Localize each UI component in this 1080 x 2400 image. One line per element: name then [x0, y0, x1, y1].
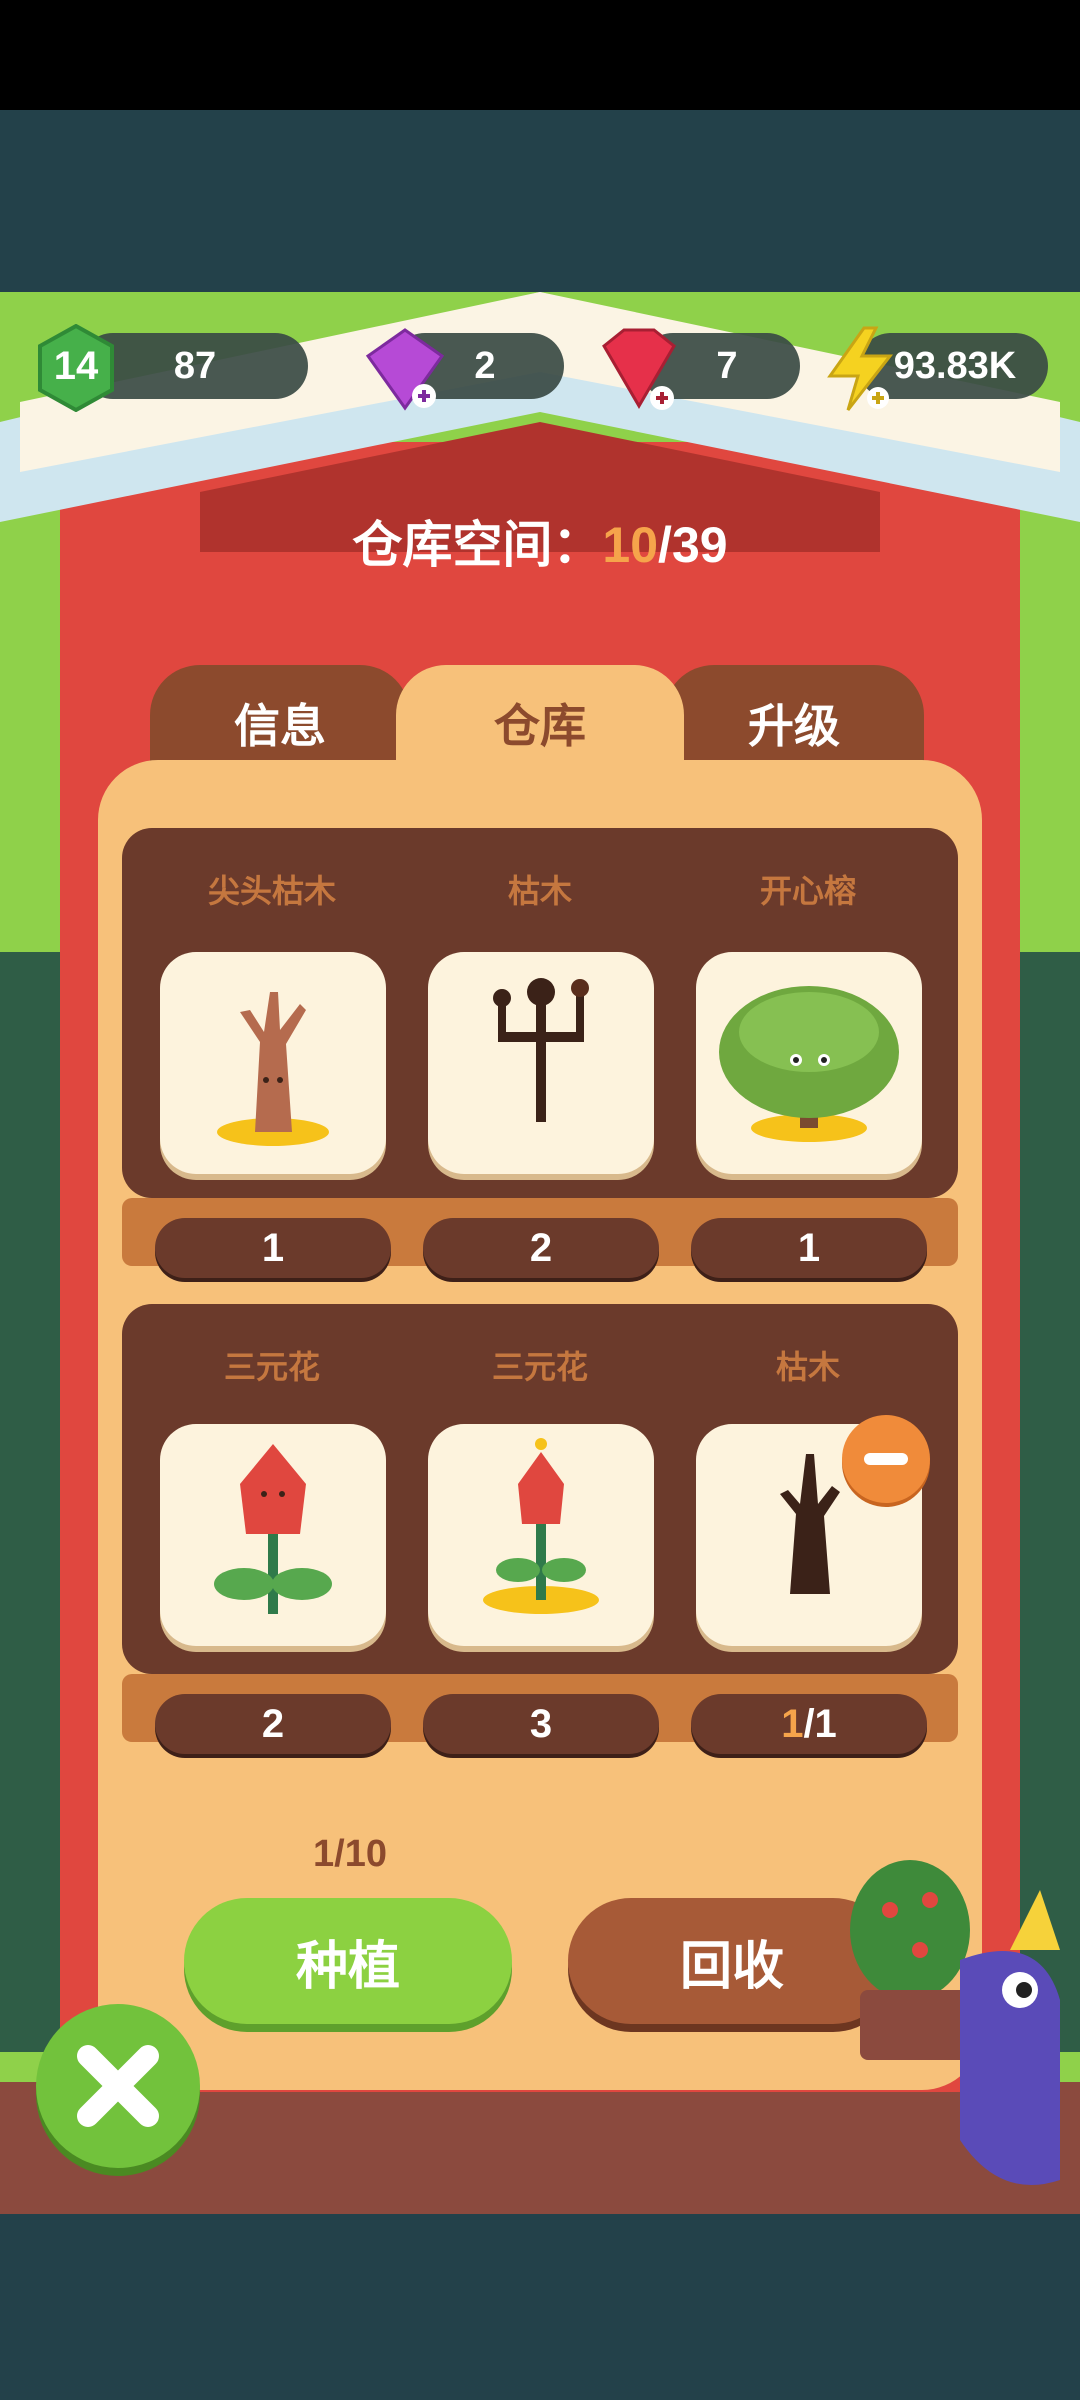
dinosaur-mascot: [850, 1860, 1060, 2185]
purple-gem-count: 2: [474, 345, 496, 387]
item-count: 2: [155, 1694, 391, 1754]
dead-tree-spiky-icon: [217, 992, 329, 1146]
page-indicator: 1/10: [313, 1833, 387, 1875]
storage-max: /39: [658, 517, 728, 573]
red-gem-icon[interactable]: [594, 326, 684, 412]
red-gem-count: 7: [716, 345, 738, 387]
item-name: 尖头枯木: [207, 873, 336, 909]
background-top: [0, 110, 1080, 292]
item-name: 三元花: [491, 1349, 588, 1385]
minus-icon: [864, 1453, 908, 1465]
xp-value: 87: [173, 345, 217, 387]
purple-gem-icon[interactable]: [362, 326, 448, 412]
storage-current: 10: [602, 517, 659, 573]
dead-tree-icon: [493, 978, 589, 1122]
item-name: 三元花: [223, 1349, 320, 1385]
item-count: 3: [423, 1694, 659, 1754]
storage-capacity: 仓库空间：10/39: [0, 505, 1080, 577]
item-name: 枯木: [507, 873, 572, 909]
level-value: 14: [53, 344, 99, 388]
item-card-flower[interactable]: [160, 1424, 386, 1646]
happy-banyan-icon: [719, 986, 899, 1142]
item-count: 1: [155, 1218, 391, 1278]
item-name: 开心榕: [759, 873, 856, 909]
item-count-total: /1: [803, 1702, 837, 1746]
plant-button[interactable]: 种植: [184, 1898, 512, 2024]
background-bottom: [0, 2214, 1080, 2400]
item-name: 枯木: [775, 1349, 840, 1385]
close-button[interactable]: [36, 2004, 200, 2168]
item-card-spiky-dead-tree[interactable]: [160, 952, 386, 1174]
tab-storage[interactable]: 仓库: [396, 665, 684, 780]
item-count: 1: [691, 1218, 927, 1278]
item-count: 1/1: [691, 1694, 927, 1754]
item-card-flower-gold[interactable]: [428, 1424, 654, 1646]
flower-icon: [214, 1444, 332, 1614]
status-bar: [0, 0, 1080, 110]
item-card-dead-tree[interactable]: [428, 952, 654, 1174]
energy-value: 93.83K: [893, 345, 1017, 387]
item-card-happy-banyan[interactable]: [696, 952, 922, 1174]
item-count: 2: [423, 1218, 659, 1278]
storage-label: 仓库空间：: [352, 517, 603, 573]
flower-icon: [483, 1438, 599, 1614]
item-count-selected: 1: [781, 1702, 804, 1746]
remove-item-button[interactable]: [842, 1415, 930, 1503]
close-icon: [77, 2045, 159, 2127]
